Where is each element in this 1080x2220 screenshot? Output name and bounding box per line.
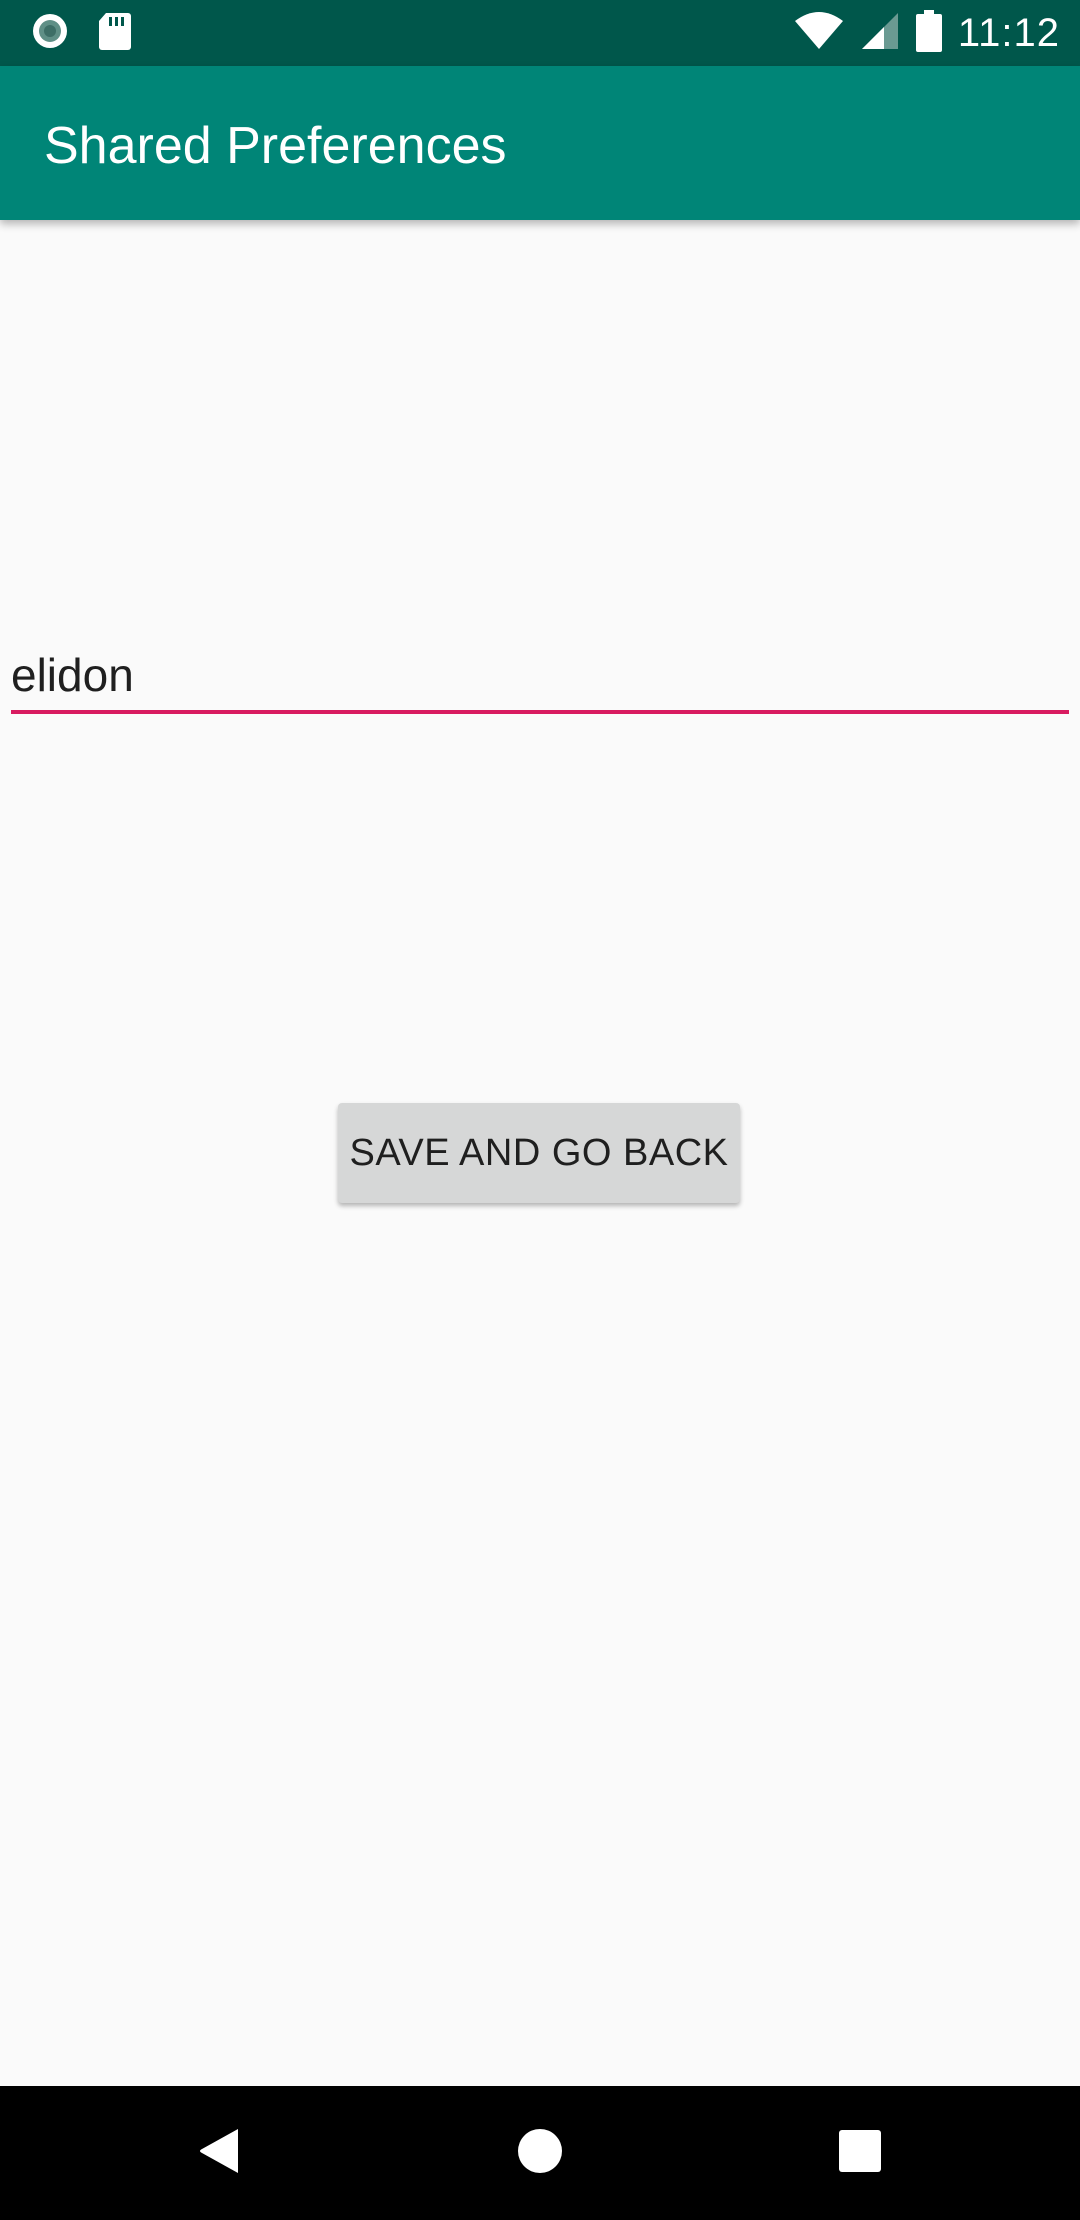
save-and-go-back-button[interactable]: SAVE AND GO BACK	[338, 1103, 740, 1203]
name-input-value[interactable]: elidon	[11, 648, 134, 702]
navigation-bar	[0, 2086, 1080, 2220]
wifi-icon	[794, 11, 844, 56]
main-content: elidon SAVE AND GO BACK	[0, 220, 1080, 2086]
home-button[interactable]	[460, 2086, 620, 2220]
app-bar: Shared Preferences	[0, 66, 1080, 220]
recents-button[interactable]	[780, 2086, 940, 2220]
page-title: Shared Preferences	[44, 117, 507, 175]
status-bar: 11:12	[0, 0, 1080, 66]
back-icon	[198, 2127, 242, 2180]
input-underline	[11, 710, 1069, 714]
recents-icon	[838, 2129, 882, 2178]
signal-icon	[860, 11, 900, 56]
name-input[interactable]: elidon	[11, 620, 1069, 720]
sd-card-icon	[98, 11, 132, 56]
home-icon	[517, 2128, 563, 2179]
battery-icon	[915, 9, 942, 57]
notification-circle-icon	[30, 11, 70, 56]
status-time: 11:12	[957, 10, 1060, 55]
back-button[interactable]	[140, 2086, 300, 2220]
